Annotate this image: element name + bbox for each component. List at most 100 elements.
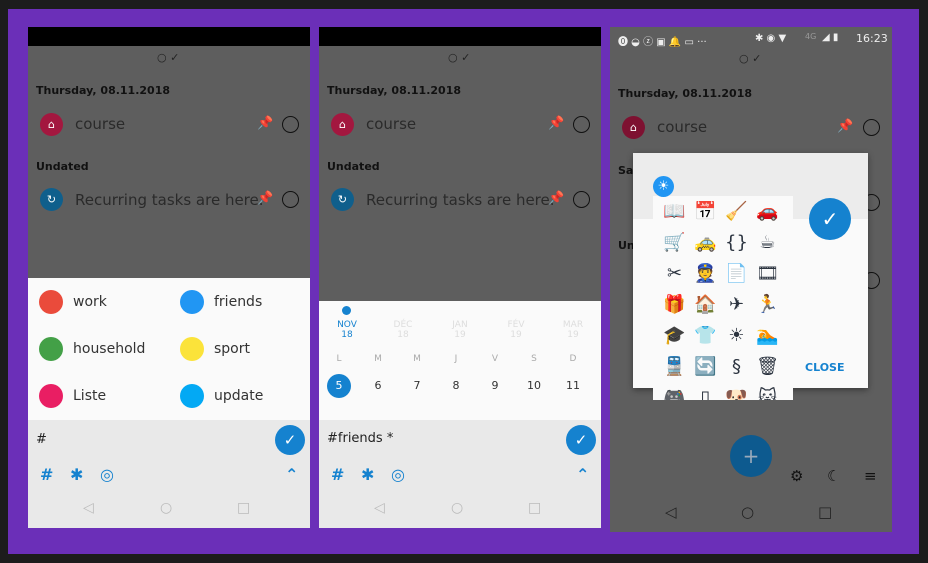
icon-option[interactable]: 🗑 [752, 351, 783, 382]
night-mode-icon[interactable]: ☾ [827, 467, 840, 485]
icon-option[interactable]: 📅 [690, 196, 721, 227]
pin-icon[interactable]: 📌 [548, 116, 564, 131]
icon-option[interactable]: 🎞 [752, 258, 783, 289]
month-feb[interactable]: FÉV 19 [496, 320, 536, 340]
settings-icon[interactable]: ⚙ [790, 467, 803, 485]
day-selected[interactable]: 5 [327, 374, 351, 398]
icon-option[interactable]: 📄 [721, 258, 752, 289]
icon-option[interactable]: {} [721, 227, 752, 258]
task-title[interactable]: course [75, 115, 125, 133]
add-task-button[interactable]: + [730, 435, 772, 477]
home-nav-icon[interactable]: ○ [451, 500, 463, 516]
tag-liste[interactable]: Liste [39, 384, 106, 408]
phone-icon-picker: ⓿ ◒ ⓩ ▣ 🔔 ▭ ··· ✱ ◉ ▼ 4G ◢ ▮ 16:23 ○ ✓ T… [610, 27, 892, 532]
pin-icon[interactable]: 📌 [257, 191, 273, 206]
task-title[interactable]: course [657, 118, 707, 136]
pin-icon[interactable]: 📌 [257, 116, 273, 131]
tag-update[interactable]: update [180, 384, 263, 408]
pin-icon[interactable]: 📌 [837, 119, 853, 134]
month-dec[interactable]: DÉC 18 [383, 320, 423, 340]
icon-option[interactable]: 🎓 [659, 320, 690, 351]
day[interactable]: 8 [444, 374, 468, 398]
recents-icon[interactable]: □ [237, 500, 250, 516]
done-toggle[interactable]: ○ ✓ [157, 51, 179, 64]
location-icon[interactable]: ◎ [391, 465, 405, 484]
task-input[interactable]: # [36, 432, 47, 447]
recents-icon[interactable]: □ [818, 503, 832, 521]
icon-option[interactable]: 🧹 [721, 196, 752, 227]
day[interactable]: 11 [561, 374, 585, 398]
confirm-button[interactable]: ✓ [566, 425, 596, 455]
chevron-up-icon[interactable]: ⌃ [285, 465, 298, 484]
weekday: V [491, 354, 499, 364]
icon-option[interactable]: 👮 [690, 258, 721, 289]
icon-option[interactable]: 👕 [690, 320, 721, 351]
hashtag-icon[interactable]: # [40, 465, 53, 484]
recents-icon[interactable]: □ [528, 500, 541, 516]
month-nov[interactable]: NOV 18 [327, 320, 367, 340]
home-nav-icon[interactable]: ○ [741, 503, 754, 521]
task-input[interactable]: #friends * [327, 431, 393, 446]
icon-option[interactable]: 🚗 [752, 196, 783, 227]
chevron-up-icon[interactable]: ⌃ [576, 465, 589, 484]
icon-option[interactable]: 🎮 [659, 382, 690, 400]
priority-icon[interactable]: ✱ [361, 465, 374, 484]
icon-option[interactable]: ▯ [690, 382, 721, 400]
home-icon: ⌂ [40, 113, 63, 136]
undated-header: Undated [327, 160, 380, 173]
task-checkbox[interactable] [282, 116, 299, 133]
icon-option[interactable]: 🐶 [721, 382, 752, 400]
icon-option[interactable]: 🔄 [690, 351, 721, 382]
icon-option[interactable]: 🏃 [752, 289, 783, 320]
task-title[interactable]: course [366, 115, 416, 133]
icon-option[interactable]: 🏊 [752, 320, 783, 351]
home-nav-icon[interactable]: ○ [160, 500, 172, 516]
icon-option[interactable]: 🏠 [690, 289, 721, 320]
icon-option[interactable]: § [721, 351, 752, 382]
month-jan[interactable]: JAN 19 [440, 320, 480, 340]
selected-icon[interactable]: ☀ [653, 176, 674, 197]
day[interactable]: 7 [405, 374, 429, 398]
day[interactable]: 10 [522, 374, 546, 398]
tag-sport[interactable]: sport [180, 337, 250, 361]
icon-option[interactable]: ☕ [752, 227, 783, 258]
day[interactable]: 9 [483, 374, 507, 398]
date-header: Thursday, 08.11.2018 [327, 84, 462, 97]
confirm-button[interactable]: ✓ [275, 425, 305, 455]
icon-option[interactable]: 🛒 [659, 227, 690, 258]
done-toggle[interactable]: ○ ✓ [448, 51, 470, 64]
back-icon[interactable]: ◁ [83, 500, 94, 516]
tag-friends[interactable]: friends [180, 290, 262, 314]
hashtag-icon[interactable]: # [331, 465, 344, 484]
task-checkbox[interactable] [573, 116, 590, 133]
task-title[interactable]: Recurring tasks are here. [366, 191, 555, 209]
day[interactable]: 6 [366, 374, 390, 398]
save-button[interactable]: ✓ [809, 198, 851, 240]
tag-household[interactable]: household [39, 337, 145, 361]
location-icon[interactable]: ◎ [100, 465, 114, 484]
icon-option[interactable]: 🚕 [690, 227, 721, 258]
pin-icon[interactable]: 📌 [548, 191, 564, 206]
task-checkbox[interactable] [863, 119, 880, 136]
icon-option[interactable]: 📖 [659, 196, 690, 227]
back-icon[interactable]: ◁ [374, 500, 385, 516]
icon-grid: 📖 📅 🧹 🚗 🛒 🚕{} ☕ ✂ 👮 📄 🎞 🎁 🏠 ✈ 🏃 🎓 👕 ☀ 🏊 🚆 🔄 § 🗑 🎮 ▯ 🐶 🐱 [653, 196, 793, 400]
close-button[interactable]: CLOSE [805, 361, 844, 374]
icon-option[interactable]: 🐱 [752, 382, 783, 400]
icon-option[interactable]: ✈ [721, 289, 752, 320]
priority-icon[interactable]: ✱ [70, 465, 83, 484]
status-bar [28, 27, 310, 46]
task-checkbox[interactable] [573, 191, 590, 208]
notification-icons: ⓿ ◒ ⓩ ▣ 🔔 ▭ ··· [618, 37, 707, 48]
tag-work[interactable]: work [39, 290, 107, 314]
icon-option[interactable]: ✂ [659, 258, 690, 289]
sort-icon[interactable]: ≡ [864, 467, 877, 485]
task-checkbox[interactable] [282, 191, 299, 208]
icon-option[interactable]: 🚆 [659, 351, 690, 382]
icon-option[interactable]: ☀ [721, 320, 752, 351]
done-toggle[interactable]: ○ ✓ [739, 52, 761, 65]
icon-option[interactable]: 🎁 [659, 289, 690, 320]
task-title[interactable]: Recurring tasks are here. [75, 191, 264, 209]
back-icon[interactable]: ◁ [665, 503, 677, 521]
month-mar[interactable]: MAR 19 [553, 320, 593, 340]
